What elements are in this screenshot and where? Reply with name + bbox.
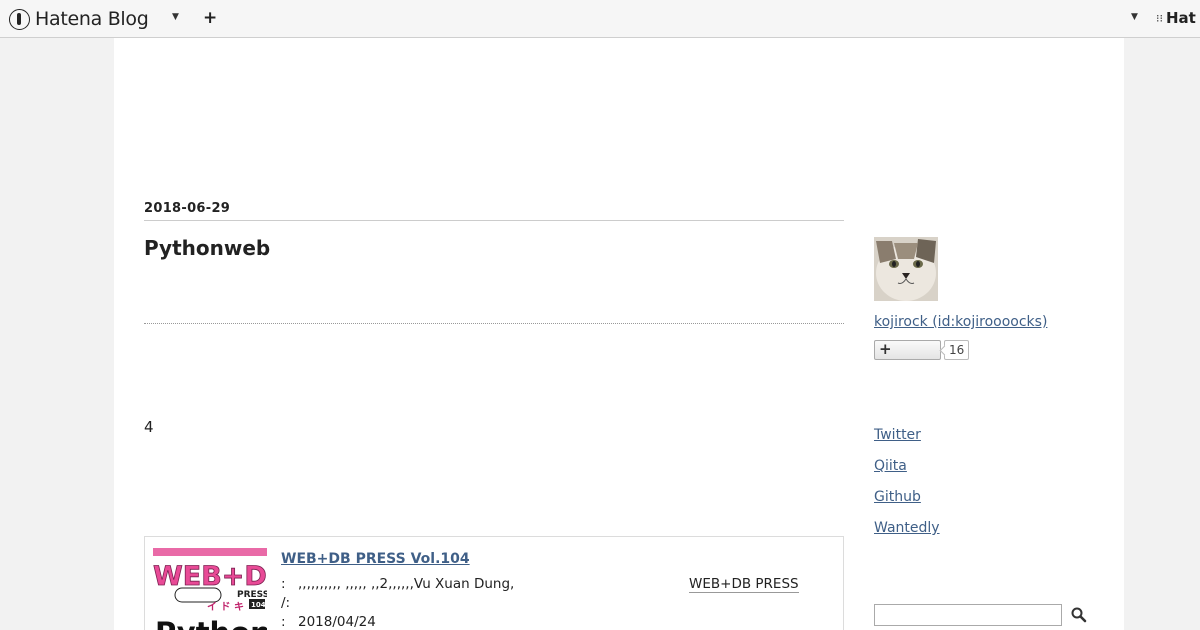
add-button[interactable]: + (203, 8, 217, 28)
global-header: Hatena Blog ▼ + ▼ ⁝⁝ Hat (0, 0, 1200, 38)
date-colon: : (281, 614, 286, 630)
logo-text: Hatena Blog (35, 8, 149, 30)
chevron-down-icon[interactable]: ▼ (1131, 12, 1138, 22)
book-authors-line: : ,,,,,,,,,, ,,,,, ,,2,,,,,,Vu Xuan Dung, (281, 576, 514, 592)
book-embed: WEB+DB PRESS 104 イ ド キ Python WEB+DB PRE… (144, 536, 844, 630)
search-input[interactable] (874, 604, 1062, 626)
hatena-account-link[interactable]: ⁝⁝ Hat (1156, 9, 1196, 27)
sidebar-link-twitter[interactable]: Twitter (874, 427, 940, 458)
sidebar-link-wantedly[interactable]: Wantedly (874, 520, 940, 551)
subscriber-count-badge: 16 (944, 340, 970, 360)
book-authors: ,,,,,,,,,, ,,,,, ,,2,,,,,,Vu Xuan Dung, (298, 576, 515, 592)
sidebar-link-qiita[interactable]: Qiita (874, 458, 940, 489)
book-meta-label: /: (281, 595, 291, 611)
cover-vol-text: 104 (251, 601, 266, 609)
search-icon[interactable] (1070, 606, 1088, 624)
avatar[interactable] (874, 237, 938, 301)
profile-link[interactable]: kojirock (id:kojiroooocks) (874, 314, 1047, 330)
svg-text:イ ド キ: イ ド キ (207, 601, 244, 613)
authors-colon: : (281, 576, 286, 592)
hatena-mark-icon: ⁝⁝ (1156, 11, 1163, 25)
book-publisher-link[interactable]: WEB+DB PRESS (689, 576, 799, 593)
entry-title[interactable]: Pythonweb (144, 236, 270, 260)
sidebar-links: Twitter Qiita Github Wantedly (874, 427, 940, 551)
sidebar-link-github[interactable]: Github (874, 489, 940, 520)
cover-python-text: Python (155, 616, 267, 630)
cover-title-text: WEB+DB (153, 561, 267, 592)
entry-date[interactable]: 2018-06-29 (144, 201, 844, 221)
hatena-text: Hat (1166, 9, 1196, 27)
cover-press-text: PRESS (237, 590, 267, 600)
subscribe-button[interactable]: + (874, 340, 941, 360)
book-release-date: 2018/04/24 (298, 614, 376, 630)
hatena-logo-icon (9, 8, 30, 30)
book-title-link[interactable]: WEB+DB PRESS Vol.104 (281, 551, 470, 567)
entry-body-text: 4 (144, 418, 154, 436)
book-date-line: :2018/04/24 (281, 614, 376, 630)
page-container: 2018-06-29 Pythonweb 4 WEB+DB PRESS 104 … (114, 38, 1124, 630)
plus-icon: + (879, 340, 892, 358)
entry-divider (144, 323, 844, 324)
hatena-blog-logo[interactable]: Hatena Blog (9, 7, 149, 31)
chevron-down-icon[interactable]: ▼ (172, 12, 179, 22)
book-cover-image[interactable]: WEB+DB PRESS 104 イ ド キ Python (153, 548, 267, 630)
